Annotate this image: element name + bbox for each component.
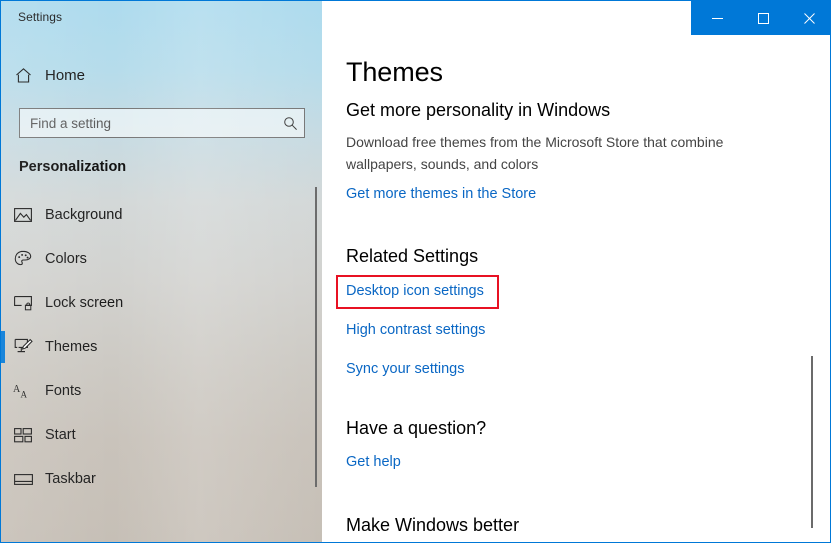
- nav-spacer: [1, 321, 322, 329]
- taskbar-icon: [1, 473, 45, 486]
- search-icon[interactable]: [276, 116, 304, 131]
- sidebar-nav-list: Background Colors: [1, 197, 322, 497]
- sidebar-item-themes[interactable]: Themes: [1, 329, 322, 365]
- search-box[interactable]: [19, 108, 305, 138]
- sidebar-item-start[interactable]: Start: [1, 417, 322, 453]
- maximize-icon: [758, 13, 769, 24]
- desktop-icon-settings-link[interactable]: Desktop icon settings: [346, 283, 484, 299]
- sidebar-item-themes-label: Themes: [45, 339, 97, 355]
- feedback-section-heading: Make Windows better: [346, 515, 831, 536]
- sync-your-settings-link[interactable]: Sync your settings: [346, 361, 464, 377]
- get-more-themes-link[interactable]: Get more themes in the Store: [346, 186, 536, 202]
- app-title: Settings: [18, 10, 62, 24]
- related-settings-heading: Related Settings: [346, 246, 831, 267]
- sidebar-item-home-label: Home: [45, 67, 85, 84]
- content-inner: Themes Get more personality in Windows D…: [322, 57, 831, 536]
- close-icon: [804, 13, 815, 24]
- content-pane: Themes Get more personality in Windows D…: [322, 35, 831, 543]
- sidebar-item-lock-screen-label: Lock screen: [45, 295, 123, 311]
- sidebar-item-taskbar[interactable]: Taskbar: [1, 461, 322, 497]
- minimize-button[interactable]: [694, 1, 740, 35]
- sidebar-item-background-label: Background: [45, 207, 122, 223]
- settings-window: Settings Home Personalization: [0, 0, 831, 543]
- fonts-icon: A A: [1, 383, 45, 400]
- sidebar-item-home[interactable]: Home: [1, 59, 322, 91]
- content-scrollbar[interactable]: [809, 356, 817, 528]
- sidebar-group-title: Personalization: [19, 159, 126, 175]
- nav-spacer: [1, 233, 322, 241]
- close-button[interactable]: [786, 1, 831, 35]
- sidebar-item-colors[interactable]: Colors: [1, 241, 322, 277]
- sidebar-scrollbar[interactable]: [313, 187, 321, 487]
- page-title: Themes: [346, 57, 831, 88]
- content-scrollbar-thumb[interactable]: [811, 356, 813, 528]
- get-help-link[interactable]: Get help: [346, 454, 401, 470]
- sidebar-item-taskbar-label: Taskbar: [45, 471, 96, 487]
- maximize-button[interactable]: [740, 1, 786, 35]
- themes-brush-icon: [1, 338, 45, 356]
- picture-icon: [1, 207, 45, 223]
- nav-spacer: [1, 453, 322, 461]
- sidebar-item-lock-screen[interactable]: Lock screen: [1, 285, 322, 321]
- sidebar-item-fonts[interactable]: A A Fonts: [1, 373, 322, 409]
- nav-spacer: [1, 365, 322, 373]
- store-section-heading: Get more personality in Windows: [346, 100, 831, 121]
- palette-icon: [1, 250, 45, 268]
- sidebar-item-background[interactable]: Background: [1, 197, 322, 233]
- home-icon: [1, 67, 45, 84]
- help-section-heading: Have a question?: [346, 418, 831, 439]
- nav-spacer: [1, 277, 322, 285]
- minimize-icon: [712, 13, 723, 24]
- svg-text:A: A: [21, 389, 28, 399]
- window-controls: [691, 1, 831, 35]
- sidebar-scrollbar-thumb[interactable]: [315, 187, 317, 487]
- high-contrast-settings-link[interactable]: High contrast settings: [346, 322, 485, 338]
- sidebar: Settings Home Personalization: [1, 1, 322, 543]
- sidebar-item-colors-label: Colors: [45, 251, 87, 267]
- search-input[interactable]: [20, 116, 276, 131]
- sidebar-item-fonts-label: Fonts: [45, 383, 81, 399]
- sidebar-item-start-label: Start: [45, 427, 76, 443]
- nav-spacer: [1, 409, 322, 417]
- store-section-description: Download free themes from the Microsoft …: [346, 131, 766, 175]
- start-tiles-icon: [1, 428, 45, 443]
- lock-screen-icon: [1, 295, 45, 311]
